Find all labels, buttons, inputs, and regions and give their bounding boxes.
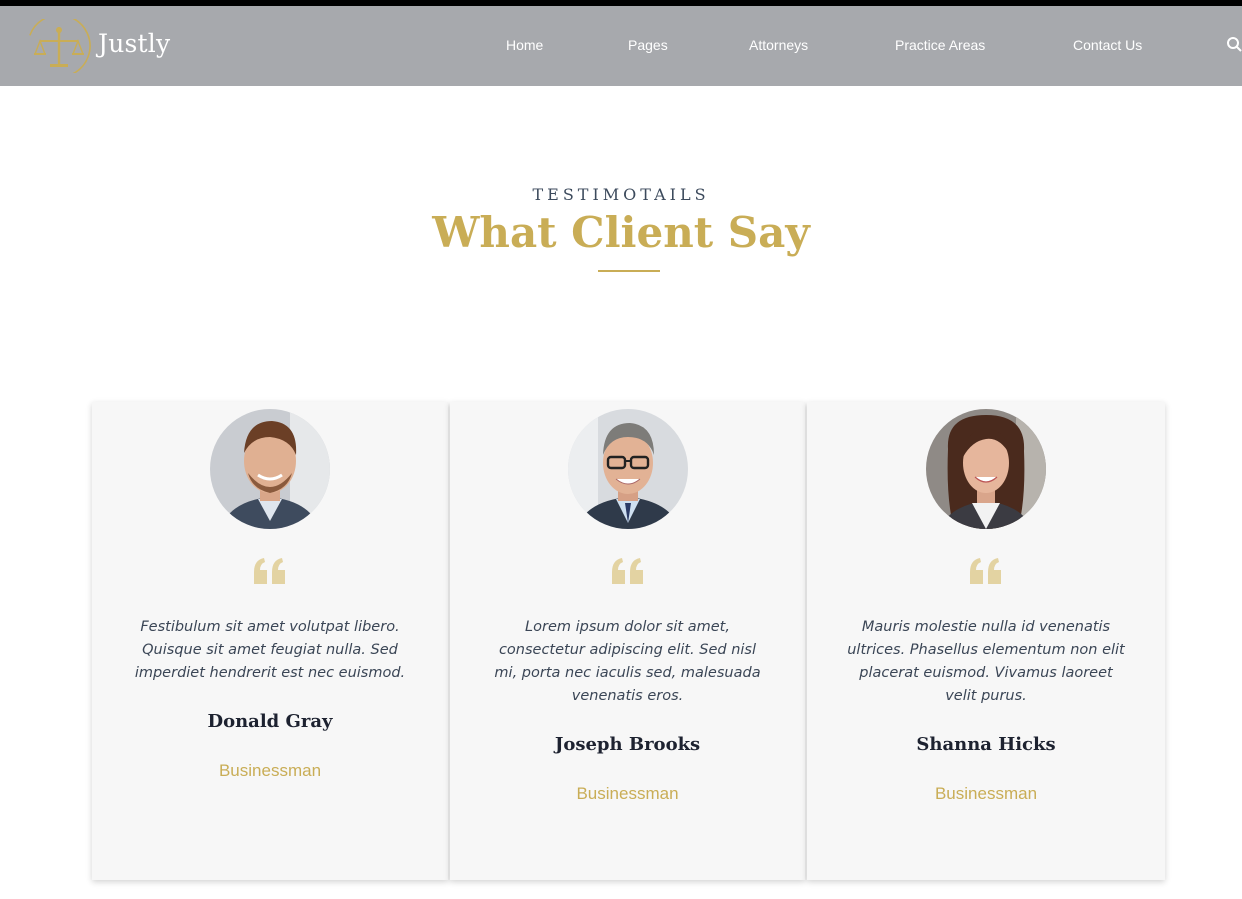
- avatar: [567, 409, 688, 529]
- nav-contact-us-link[interactable]: Contact Us: [1073, 37, 1142, 53]
- client-name: Joseph Brooks: [554, 734, 701, 755]
- site-logo[interactable]: Justly: [26, 14, 176, 78]
- testimonial-card: Lorem ipsum dolor sit amet, consectetur …: [450, 402, 805, 880]
- quote-icon: [610, 556, 646, 586]
- scales-of-justice-icon: [26, 14, 92, 78]
- testimonial-card: Festibulum sit amet volutpat libero. Qui…: [92, 402, 448, 880]
- client-name: Shanna Hicks: [916, 734, 1056, 755]
- client-role: Businessman: [576, 784, 679, 803]
- nav-attorneys-link[interactable]: Attorneys: [749, 37, 808, 53]
- section-kicker: TESTIMOTAILS: [532, 185, 710, 204]
- avatar: [210, 409, 330, 529]
- quote-icon: [968, 556, 1004, 586]
- client-name: Donald Gray: [207, 711, 333, 732]
- nav-home-link[interactable]: Home: [506, 37, 543, 53]
- testimonial-quote: Festibulum sit amet volutpat libero. Qui…: [134, 619, 406, 681]
- title-divider: [598, 270, 660, 272]
- client-role: Businessman: [934, 784, 1038, 803]
- quote-icon: [252, 556, 288, 586]
- logo-wordmark: Justly: [98, 29, 171, 58]
- nav-pages-link[interactable]: Pages: [628, 37, 668, 53]
- testimonial-card: Mauris molestie nulla id venenatis ultri…: [807, 402, 1165, 880]
- section-title: What Client Say: [432, 208, 810, 257]
- search-icon[interactable]: [1226, 36, 1242, 54]
- testimonial-quote: Lorem ipsum dolor sit amet, consectetur …: [494, 619, 761, 704]
- client-role: Businessman: [218, 761, 322, 780]
- site-header: Justly Home Pages Attorneys Practice Are…: [0, 6, 1242, 86]
- avatar: [926, 409, 1046, 529]
- testimonial-quote: Mauris molestie nulla id venenatis ultri…: [847, 619, 1125, 704]
- nav-practice-areas-link[interactable]: Practice Areas: [895, 37, 985, 53]
